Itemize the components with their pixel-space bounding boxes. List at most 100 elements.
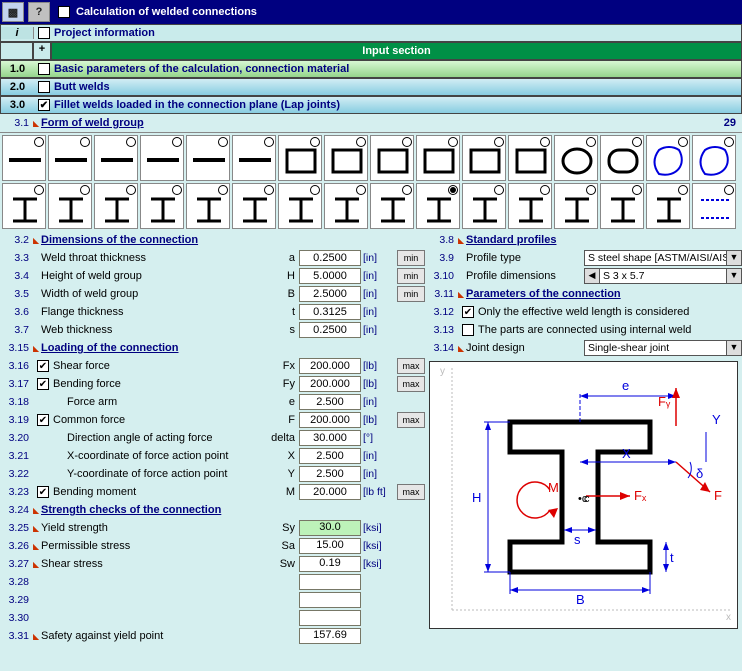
weld-shape-option[interactable] xyxy=(140,183,184,229)
weld-shape-option[interactable] xyxy=(646,183,690,229)
value-input[interactable] xyxy=(299,358,361,374)
value-input[interactable] xyxy=(299,412,361,428)
row-label: Common force xyxy=(53,414,265,426)
min-button[interactable]: min xyxy=(397,268,425,284)
weld-shape-option[interactable] xyxy=(692,183,736,229)
value-input[interactable] xyxy=(299,286,361,302)
row-checkbox[interactable]: ✔ xyxy=(37,414,49,426)
value-output: 157.69 xyxy=(299,628,361,644)
p12-lbl: Only the effective weld length is consid… xyxy=(478,306,742,318)
ptype-val: S steel shape [ASTM/AISI/AISC] xyxy=(585,252,726,264)
value-input[interactable] xyxy=(299,430,361,446)
max-button[interactable]: max xyxy=(397,358,425,374)
row-symbol: Fx xyxy=(265,360,299,372)
jd-num: 3.14 xyxy=(425,342,458,354)
sec3-checkbox[interactable]: ✔ xyxy=(38,99,50,111)
radio-icon xyxy=(540,137,550,147)
weld-shape-option[interactable] xyxy=(416,183,460,229)
radio-icon xyxy=(724,185,734,195)
weld-shape-option[interactable] xyxy=(232,135,276,181)
triangle-icon: ◣ xyxy=(33,119,41,128)
p13-checkbox[interactable] xyxy=(462,324,474,336)
row-label: Shear stress xyxy=(41,558,265,570)
svg-text:X: X xyxy=(622,446,631,461)
weld-shape-option[interactable] xyxy=(324,183,368,229)
row-label: Width of weld group xyxy=(41,288,265,300)
p12-checkbox[interactable]: ✔ xyxy=(462,306,474,318)
value-input[interactable] xyxy=(299,448,361,464)
weld-shape-option[interactable] xyxy=(186,183,230,229)
weld-shape-option[interactable] xyxy=(370,135,414,181)
weld-shape-option[interactable] xyxy=(48,135,92,181)
weld-shape-option[interactable] xyxy=(2,135,46,181)
value-input[interactable] xyxy=(299,466,361,482)
svg-text:Y: Y xyxy=(712,412,721,427)
sec1-checkbox[interactable] xyxy=(38,63,50,75)
expand-button[interactable]: + xyxy=(33,42,51,60)
radio-icon xyxy=(126,137,136,147)
max-button[interactable]: max xyxy=(397,484,425,500)
help-button[interactable]: ? xyxy=(28,2,50,22)
value-output: 0.19 xyxy=(299,556,361,572)
value-input[interactable] xyxy=(299,250,361,266)
app-icon[interactable]: ▩ xyxy=(2,2,24,22)
radio-icon xyxy=(494,137,504,147)
max-button[interactable]: max xyxy=(397,412,425,428)
row-checkbox[interactable]: ✔ xyxy=(37,486,49,498)
weld-shape-option[interactable] xyxy=(232,183,276,229)
str-hdr-num: 3.24 xyxy=(0,504,33,516)
weld-shape-option[interactable] xyxy=(692,135,736,181)
title-checkbox[interactable] xyxy=(58,6,70,18)
weld-shape-option[interactable] xyxy=(508,135,552,181)
weld-shape-option[interactable] xyxy=(324,135,368,181)
weld-shape-option[interactable] xyxy=(600,183,644,229)
weld-shape-option[interactable] xyxy=(140,135,184,181)
row-checkbox[interactable]: ✔ xyxy=(37,378,49,390)
triangle-icon: ◣ xyxy=(33,524,41,533)
weld-shape-option[interactable] xyxy=(48,183,92,229)
value-input[interactable] xyxy=(299,484,361,500)
value-input[interactable] xyxy=(299,376,361,392)
value-input[interactable] xyxy=(299,322,361,338)
weld-shape-option[interactable] xyxy=(600,135,644,181)
sec2-checkbox[interactable] xyxy=(38,81,50,93)
row-checkbox[interactable]: ✔ xyxy=(37,360,49,372)
project-info-checkbox[interactable] xyxy=(38,27,50,39)
weld-shape-option[interactable] xyxy=(278,135,322,181)
min-button[interactable]: min xyxy=(397,250,425,266)
weld-shape-option[interactable] xyxy=(646,135,690,181)
load-hdr-num: 3.15 xyxy=(0,342,33,354)
weld-shape-option[interactable] xyxy=(462,135,506,181)
weld-shape-option[interactable] xyxy=(370,183,414,229)
value-input[interactable] xyxy=(299,268,361,284)
row-num: 3.29 xyxy=(0,594,33,606)
weld-shape-option[interactable] xyxy=(2,183,46,229)
weld-shape-option[interactable] xyxy=(554,135,598,181)
value-output: 30.0 xyxy=(299,520,361,536)
weld-shape-option[interactable] xyxy=(186,135,230,181)
weld-shape-option[interactable] xyxy=(278,183,322,229)
svg-text:s: s xyxy=(574,532,581,547)
profile-dim-dropdown[interactable]: ◀ S 3 x 5.7 ▼ xyxy=(584,268,742,284)
weld-shape-option[interactable] xyxy=(416,135,460,181)
row-symbol: H xyxy=(265,270,299,282)
weld-shape-option[interactable] xyxy=(554,183,598,229)
max-button[interactable]: max xyxy=(397,376,425,392)
radio-icon xyxy=(172,185,182,195)
value-input[interactable] xyxy=(299,394,361,410)
weld-shape-option[interactable] xyxy=(94,135,138,181)
row-label: Force arm xyxy=(53,396,265,408)
weld-shape-option[interactable] xyxy=(508,183,552,229)
svg-text:Fₓ: Fₓ xyxy=(634,488,647,503)
radio-icon xyxy=(34,185,44,195)
weld-shape-option[interactable] xyxy=(462,183,506,229)
min-button[interactable]: min xyxy=(397,286,425,302)
profile-type-dropdown[interactable]: S steel shape [ASTM/AISI/AISC] ▼ xyxy=(584,250,742,266)
radio-icon xyxy=(448,137,458,147)
radio-icon xyxy=(80,185,90,195)
value-input[interactable] xyxy=(299,304,361,320)
joint-design-dropdown[interactable]: Single-shear joint ▼ xyxy=(584,340,742,356)
weld-shape-option[interactable] xyxy=(94,183,138,229)
sec2-num: 2.0 xyxy=(1,81,34,93)
row-unit: [ksi] xyxy=(363,522,397,534)
